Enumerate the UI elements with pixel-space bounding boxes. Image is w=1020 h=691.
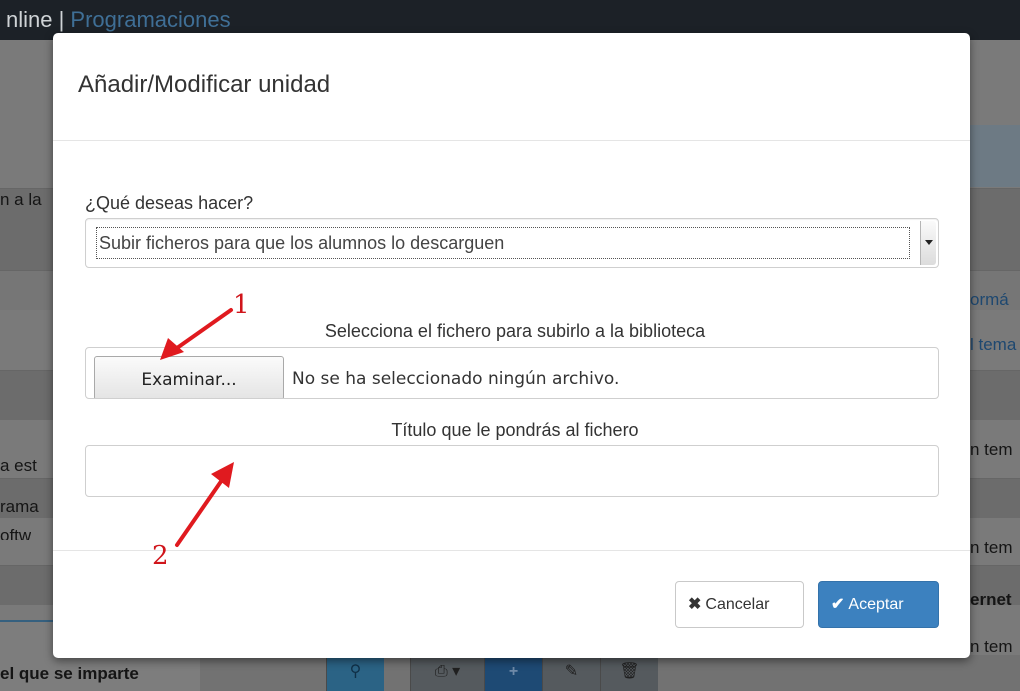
add-icon[interactable]: + xyxy=(484,655,542,691)
file-label-text: Selecciona el fichero para subirlo a la … xyxy=(324,321,706,341)
select-arrow[interactable] xyxy=(920,221,936,265)
app-title: nline | xyxy=(6,7,71,32)
file-label: Selecciona el fichero para subirlo a la … xyxy=(53,321,970,342)
close-icon: ✖ xyxy=(688,596,702,613)
accept-button[interactable]: ✔ Aceptar xyxy=(818,581,939,628)
bg-panel xyxy=(966,125,1020,187)
print-icon[interactable]: ⎙ ▾ xyxy=(410,655,484,691)
modal-dialog: Añadir/Modificar unidad ¿Qué deseas hace… xyxy=(53,33,970,658)
bg-link[interactable]: ormá xyxy=(970,290,1009,310)
cancel-button[interactable]: ✖ Cancelar xyxy=(675,581,804,628)
delete-icon[interactable]: 🗑 xyxy=(600,655,658,691)
bg-text: rama xyxy=(0,497,39,516)
cancel-button-label: Cancelar xyxy=(705,596,770,613)
bg-text: a est xyxy=(0,456,37,475)
chevron-down-icon xyxy=(925,240,933,245)
bg-tab-label: el que se imparte xyxy=(0,664,139,683)
modal-header: Añadir/Modificar unidad xyxy=(53,33,970,141)
bg-text: oftw xyxy=(0,526,32,540)
file-input[interactable]: Examinar... No se ha seleccionado ningún… xyxy=(85,347,939,399)
bg-text: ernet xyxy=(970,590,1012,609)
browse-button[interactable]: Examinar... xyxy=(94,356,284,398)
modal-footer: ✖ Cancelar ✔ Aceptar xyxy=(53,550,970,658)
nav-link-programaciones[interactable]: Programaciones xyxy=(70,7,230,32)
file-title-input[interactable] xyxy=(85,445,939,497)
file-status: No se ha seleccionado ningún archivo. xyxy=(292,369,620,389)
edit-icon[interactable]: ✎ xyxy=(542,655,600,691)
annotation-number-1: 1 xyxy=(233,290,250,320)
action-select-value: Subir ficheros para que los alumnos lo d… xyxy=(96,227,910,259)
title-label-text: Título que le pondrás al fichero xyxy=(391,420,639,440)
annotation-number-2: 2 xyxy=(152,541,169,571)
title-label: Título que le pondrás al fichero xyxy=(53,420,970,441)
bg-text: n tem xyxy=(970,637,1013,656)
modal-title: Añadir/Modificar unidad xyxy=(78,71,331,98)
bg-text: n tem xyxy=(970,538,1013,557)
bg-text: n tem xyxy=(970,440,1013,459)
check-icon: ✔ xyxy=(831,596,845,613)
accept-button-label: Aceptar xyxy=(848,596,904,613)
bg-link[interactable]: l tema xyxy=(970,335,1016,355)
search-icon[interactable]: ⚲ xyxy=(326,655,384,691)
action-label: ¿Qué deseas hacer? xyxy=(85,193,254,213)
bg-text: n a la xyxy=(0,190,42,209)
action-select[interactable]: Subir ficheros para que los alumnos lo d… xyxy=(85,218,939,268)
